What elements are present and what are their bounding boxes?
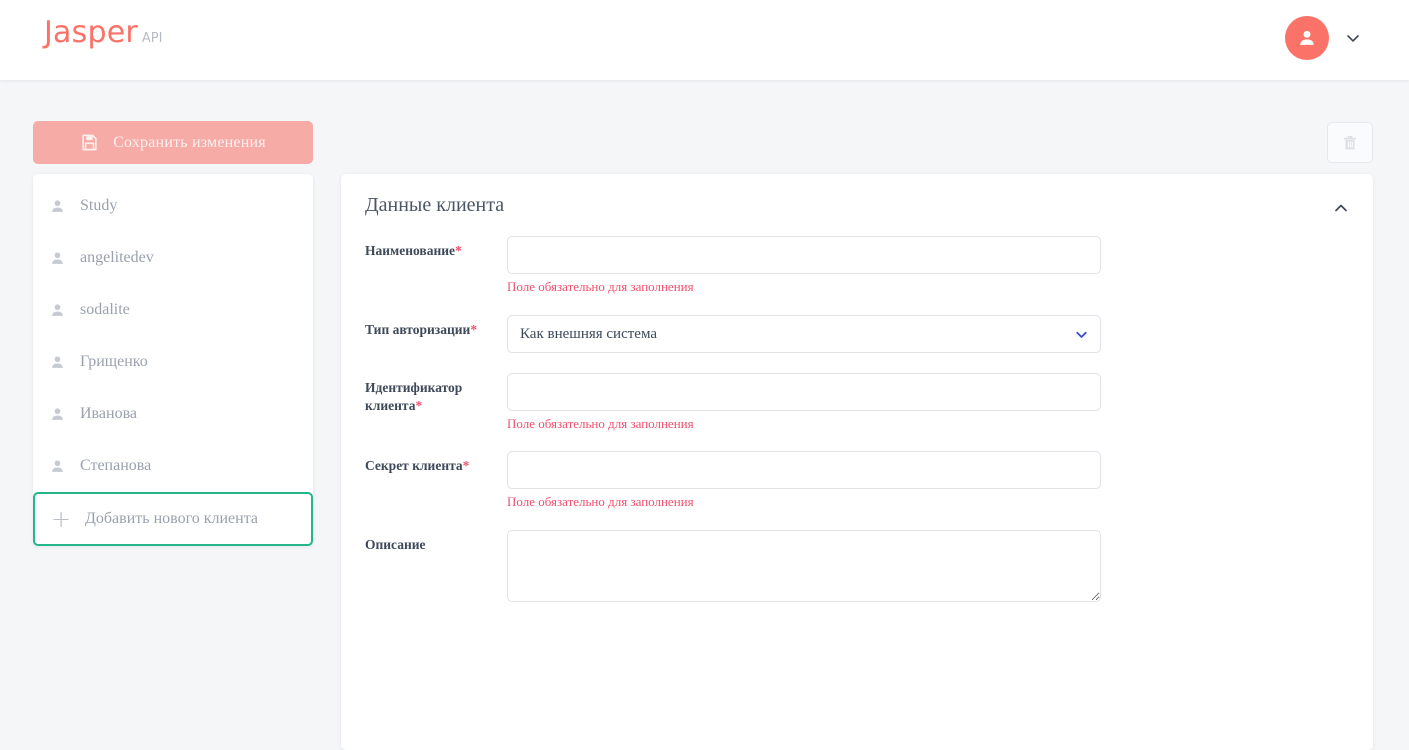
brand-name: Jasper [44, 15, 138, 50]
client-secret-label-text: Секрет клиента [365, 458, 463, 474]
description-label-text: Описание [365, 536, 426, 552]
client-list-item[interactable]: Study [33, 180, 313, 232]
client-id-label-text: Идентификатор клиента [365, 379, 463, 413]
chevron-up-icon [1335, 204, 1347, 212]
clients-sidebar: Study angelitedev sodalite Грищенко Иван… [33, 174, 313, 546]
auth-type-label-text: Тип авторизации [365, 321, 471, 337]
client-list-item[interactable]: angelitedev [33, 232, 313, 284]
person-icon [52, 199, 63, 212]
client-form: Наименование* Поле обязательно для запол… [341, 236, 1373, 602]
collapse-card-button[interactable] [1329, 196, 1353, 220]
field-row-name: Наименование* Поле обязательно для запол… [365, 236, 1349, 295]
save-floppy-icon [82, 134, 97, 151]
avatar[interactable] [1285, 16, 1329, 60]
description-textarea[interactable] [507, 529, 1101, 602]
client-name: Study [80, 197, 118, 214]
client-id-input[interactable] [507, 372, 1101, 411]
name-label: Наименование* [365, 236, 507, 260]
add-new-client-button[interactable]: + Добавить нового клиента [33, 492, 313, 546]
client-id-label: Идентификатор клиента* [365, 373, 507, 415]
auth-type-select[interactable]: Как внешняя система [507, 314, 1101, 353]
delete-button[interactable] [1327, 122, 1373, 163]
client-name: Иванова [80, 405, 138, 422]
brand-logo[interactable]: Jasper API [44, 18, 162, 48]
client-list-item[interactable]: Степанова [33, 440, 313, 492]
save-button-label: Сохранить изменения [113, 133, 266, 151]
app-header: Jasper API [0, 0, 1409, 80]
required-asterisk: * [455, 243, 462, 258]
trash-icon [1344, 135, 1356, 149]
plus-icon: + [51, 505, 72, 533]
field-row-client-secret: Секрет клиента* Поле обязательно для зап… [365, 451, 1349, 510]
chevron-down-icon[interactable] [1343, 28, 1363, 48]
person-icon [52, 355, 63, 368]
client-data-card: Данные клиента Наименование* Поле обязат… [341, 174, 1373, 750]
client-list-item[interactable]: sodalite [33, 284, 313, 336]
name-error-message: Поле обязательно для заполнения [507, 279, 694, 294]
client-secret-label: Секрет клиента* [365, 451, 507, 475]
description-label: Описание [365, 530, 507, 554]
client-name: angelitedev [80, 249, 154, 266]
client-name: sodalite [80, 301, 130, 318]
page-title: Данные клиента [365, 194, 505, 216]
add-new-client-label: Добавить нового клиента [85, 510, 259, 527]
name-label-text: Наименование [365, 243, 455, 258]
user-avatar-icon [1300, 30, 1314, 45]
required-asterisk: * [415, 397, 423, 413]
person-icon [52, 251, 63, 264]
client-list-item[interactable]: Грищенко [33, 336, 313, 388]
client-name: Степанова [80, 457, 152, 474]
name-input[interactable] [507, 236, 1101, 274]
auth-type-label: Тип авторизации* [365, 315, 507, 339]
client-id-error-message: Поле обязательно для заполнения [507, 415, 694, 431]
field-row-description: Описание [365, 529, 1349, 602]
person-icon [52, 407, 63, 420]
save-changes-button[interactable]: Сохранить изменения [33, 121, 313, 164]
brand-subtitle: API [141, 31, 163, 46]
auth-type-select-wrap: Как внешняя система [507, 314, 1101, 353]
person-icon [52, 459, 63, 472]
card-header: Данные клиента [341, 174, 1373, 236]
required-asterisk: * [462, 458, 470, 474]
client-list-item[interactable]: Иванова [33, 388, 313, 440]
field-row-client-id: Идентификатор клиента* Поле обязательно … [365, 372, 1349, 432]
client-secret-input[interactable] [507, 451, 1101, 490]
header-user-menu[interactable] [1285, 16, 1363, 60]
required-asterisk: * [470, 321, 478, 337]
person-icon [52, 303, 63, 316]
client-secret-error-message: Поле обязательно для заполнения [507, 494, 694, 510]
client-name: Грищенко [80, 353, 148, 370]
field-row-auth-type: Тип авторизации* Как внешняя система [365, 314, 1349, 353]
page-body: Сохранить изменения Study angelitedev so… [0, 80, 1409, 750]
